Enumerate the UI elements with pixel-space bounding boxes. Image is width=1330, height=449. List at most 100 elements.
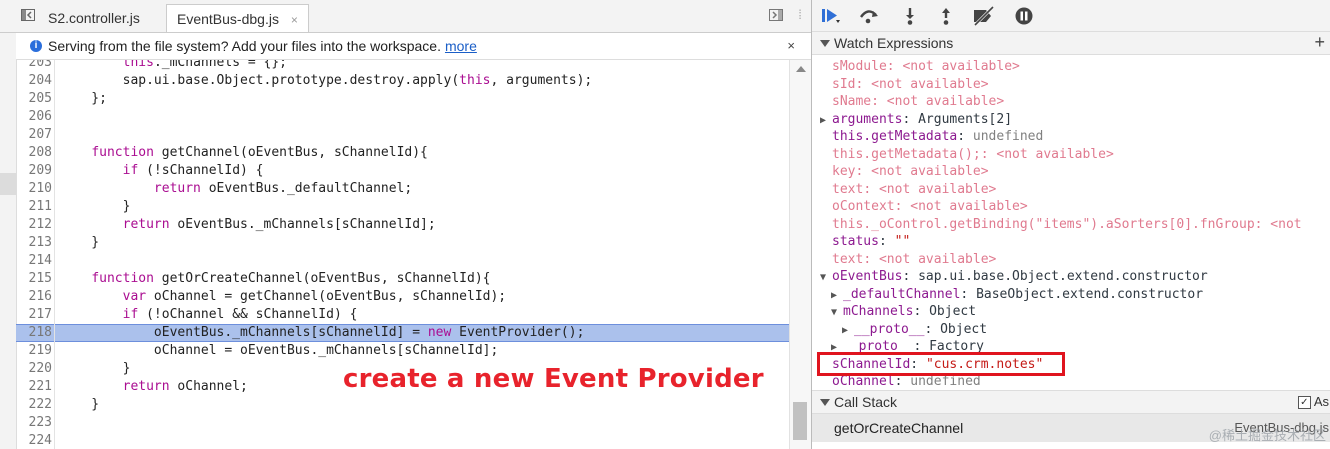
infobar-more-link[interactable]: more bbox=[445, 38, 477, 54]
watch-item[interactable]: ▶ __proto__: Object bbox=[842, 321, 987, 338]
line-number[interactable]: 220 bbox=[16, 360, 52, 378]
code-line[interactable]: 216 var oChannel = getChannel(oEventBus,… bbox=[16, 288, 789, 306]
resume-icon[interactable] bbox=[820, 6, 840, 26]
line-number[interactable]: 223 bbox=[16, 414, 52, 432]
toggle-debugger-icon[interactable] bbox=[768, 7, 784, 23]
code-line[interactable]: 207 bbox=[16, 126, 789, 144]
watch-value: Object bbox=[929, 304, 977, 319]
code-line[interactable]: 203 this._mChannels = {}; bbox=[16, 60, 789, 72]
tab-close-icon[interactable]: × bbox=[291, 13, 298, 27]
line-number[interactable]: 211 bbox=[16, 198, 52, 216]
watch-item[interactable]: this.getMetadata();: <not available> bbox=[832, 146, 1114, 163]
call-stack-header[interactable]: Call Stack ✓ As bbox=[812, 390, 1330, 414]
scroll-up-icon[interactable] bbox=[796, 66, 806, 72]
line-number[interactable]: 221 bbox=[16, 378, 52, 396]
line-number[interactable]: 203 bbox=[16, 60, 52, 72]
code-line[interactable]: 204 sap.ui.base.Object.prototype.destroy… bbox=[16, 72, 789, 90]
code-line[interactable]: 217 if (!oChannel && sChannelId) { bbox=[16, 306, 789, 324]
code-text: sap.ui.base.Object.prototype.destroy.app… bbox=[60, 73, 593, 88]
watch-item[interactable]: this._oControl.getBinding("items").aSort… bbox=[832, 216, 1302, 233]
watch-item[interactable]: oContext: <not available> bbox=[832, 198, 1028, 215]
add-watch-icon[interactable]: + bbox=[1314, 31, 1325, 53]
code-text: } bbox=[60, 235, 100, 250]
watch-item[interactable]: sName: <not available> bbox=[832, 93, 1004, 110]
line-number[interactable]: 209 bbox=[16, 162, 52, 180]
watch-item[interactable]: sModule: <not available> bbox=[832, 58, 1020, 75]
line-number[interactable]: 207 bbox=[16, 126, 52, 144]
step-out-icon[interactable] bbox=[936, 6, 956, 26]
watch-expressions-header[interactable]: Watch Expressions + bbox=[812, 31, 1330, 55]
pause-on-exceptions-icon[interactable] bbox=[1014, 6, 1034, 26]
info-icon: i bbox=[30, 40, 42, 53]
line-number[interactable]: 222 bbox=[16, 396, 52, 414]
code-line[interactable]: 215 function getOrCreateChannel(oEventBu… bbox=[16, 270, 789, 288]
line-number[interactable]: 210 bbox=[16, 180, 52, 198]
code-line[interactable]: 219 oChannel = oEventBus._mChannels[sCha… bbox=[16, 342, 789, 360]
line-number[interactable]: 215 bbox=[16, 270, 52, 288]
watch-item[interactable]: ▶ arguments: Arguments[2] bbox=[820, 111, 1012, 128]
code-text: }; bbox=[60, 91, 107, 106]
code-line[interactable]: 209 if (!sChannelId) { bbox=[16, 162, 789, 180]
watch-separator: : bbox=[960, 286, 977, 302]
expanded-triangle-icon[interactable]: ▼ bbox=[820, 269, 832, 286]
collapse-triangle-icon bbox=[820, 40, 830, 47]
code-line[interactable]: 223 bbox=[16, 414, 789, 432]
tab-s2-controller[interactable]: S2.controller.js bbox=[38, 4, 150, 32]
step-into-icon[interactable] bbox=[900, 6, 920, 26]
tab-eventbus-dbg[interactable]: EventBus-dbg.js × bbox=[166, 4, 309, 32]
watch-separator: : bbox=[855, 76, 872, 92]
watch-value: <not available> bbox=[871, 164, 989, 179]
line-number[interactable]: 216 bbox=[16, 288, 52, 306]
step-over-icon[interactable] bbox=[858, 6, 878, 26]
deactivate-breakpoints-icon[interactable] bbox=[972, 5, 995, 27]
watch-item[interactable]: key: <not available> bbox=[832, 163, 989, 180]
code-line-current[interactable]: 218 oEventBus._mChannels[sChannelId] = n… bbox=[16, 324, 789, 342]
watch-item[interactable]: ▶ _defaultChannel: BaseObject.extend.cons… bbox=[831, 286, 1203, 303]
line-number[interactable]: 218 bbox=[16, 325, 52, 341]
line-number[interactable]: 205 bbox=[16, 90, 52, 108]
watch-key: sId bbox=[832, 76, 856, 92]
code-line[interactable]: 214 bbox=[16, 252, 789, 270]
scrollbar-thumb[interactable] bbox=[793, 402, 807, 440]
watch-item[interactable]: sId: <not available> bbox=[832, 76, 989, 93]
watch-item[interactable]: ▼ mChannels: Object bbox=[831, 303, 976, 320]
code-line[interactable]: 210 return oEventBus._defaultChannel; bbox=[16, 180, 789, 198]
code-line[interactable]: 205 }; bbox=[16, 90, 789, 108]
code-line[interactable]: 208 function getChannel(oEventBus, sChan… bbox=[16, 144, 789, 162]
collapsed-triangle-icon[interactable]: ▶ bbox=[820, 112, 832, 129]
watch-item[interactable]: text: <not available> bbox=[832, 181, 996, 198]
watch-item[interactable]: ▼ oEventBus: sap.ui.base.Object.extend.co… bbox=[820, 268, 1208, 285]
watch-item[interactable]: text: <not available> bbox=[832, 251, 996, 268]
code-line[interactable]: 222 } bbox=[16, 396, 789, 414]
highlight-box bbox=[817, 352, 1065, 376]
collapse-triangle-icon bbox=[820, 399, 830, 406]
infobar-close-icon[interactable]: × bbox=[787, 33, 795, 59]
code-line[interactable]: 211 } bbox=[16, 198, 789, 216]
line-number[interactable]: 217 bbox=[16, 306, 52, 324]
line-number[interactable]: 224 bbox=[16, 432, 52, 449]
line-number[interactable]: 208 bbox=[16, 144, 52, 162]
async-checkbox[interactable]: ✓ As bbox=[1297, 391, 1329, 413]
line-number[interactable]: 214 bbox=[16, 252, 52, 270]
watch-separator: : bbox=[957, 129, 973, 144]
line-number[interactable]: 206 bbox=[16, 108, 52, 126]
code-line[interactable]: 212 return oEventBus._mChannels[sChannel… bbox=[16, 216, 789, 234]
checkbox-check-icon[interactable]: ✓ bbox=[1297, 396, 1311, 410]
line-number[interactable]: 204 bbox=[16, 72, 52, 90]
line-number[interactable]: 219 bbox=[16, 342, 52, 360]
editor-scrollbar[interactable] bbox=[789, 60, 812, 449]
watch-item[interactable]: status: "" bbox=[832, 233, 910, 250]
line-number[interactable]: 213 bbox=[16, 234, 52, 252]
line-number[interactable]: 212 bbox=[16, 216, 52, 234]
toggle-navigator-icon[interactable] bbox=[20, 7, 36, 23]
watch-key: this._oControl.getBinding("items").aSort… bbox=[832, 216, 1255, 232]
watch-item[interactable]: this.getMetadata: undefined bbox=[832, 128, 1043, 145]
watch-separator: : bbox=[878, 234, 895, 249]
code-line[interactable]: 213 } bbox=[16, 234, 789, 252]
code-line[interactable]: 206 bbox=[16, 108, 789, 126]
code-line[interactable]: 224 bbox=[16, 432, 789, 449]
collapsed-triangle-icon[interactable]: ▶ bbox=[842, 322, 854, 339]
collapsed-triangle-icon[interactable]: ▶ bbox=[831, 287, 843, 304]
expanded-triangle-icon[interactable]: ▼ bbox=[831, 304, 843, 321]
navigator-gutter bbox=[0, 33, 17, 449]
